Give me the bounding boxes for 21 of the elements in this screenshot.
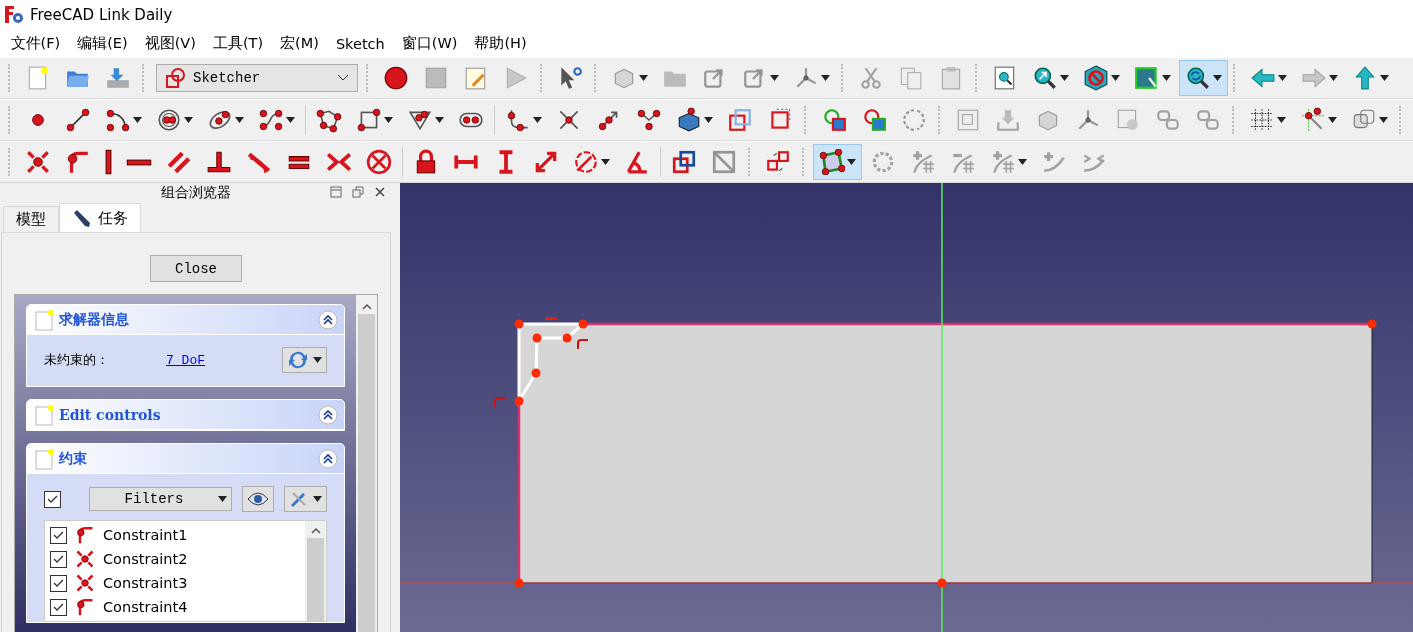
dof-link[interactable]: 7 DoF: [166, 352, 270, 368]
panel-title: 组合浏览器: [161, 184, 231, 202]
menu-item[interactable]: 视图(V): [136, 34, 205, 53]
tab[interactable]: 任务: [59, 203, 141, 232]
window-title: FreeCAD Link Daily: [30, 6, 173, 24]
constraint-name[interactable]: Constraint4: [103, 599, 188, 615]
menu-item[interactable]: 帮助(H): [465, 34, 536, 53]
constraint-name[interactable]: Constraint3: [103, 575, 188, 591]
close-button[interactable]: Close: [150, 255, 242, 282]
menu-item[interactable]: 文件(F): [2, 34, 69, 53]
field-label: 未约束的：: [44, 351, 110, 369]
menu-item[interactable]: 工具(T): [204, 34, 272, 53]
menu-item[interactable]: 宏(M): [271, 34, 328, 53]
menu-item[interactable]: Sketch: [327, 35, 394, 52]
constraint-name[interactable]: Constraint2: [103, 551, 188, 567]
menu-item[interactable]: 窗口(W): [393, 34, 466, 53]
tab[interactable]: 模型: [3, 206, 59, 232]
workbench-dropdown[interactable]: Sketcher: [156, 64, 358, 92]
filters-dropdown[interactable]: Filters: [89, 487, 232, 511]
menu-item[interactable]: 编辑(E): [68, 34, 137, 53]
constraint-name[interactable]: Constraint1: [103, 527, 188, 543]
